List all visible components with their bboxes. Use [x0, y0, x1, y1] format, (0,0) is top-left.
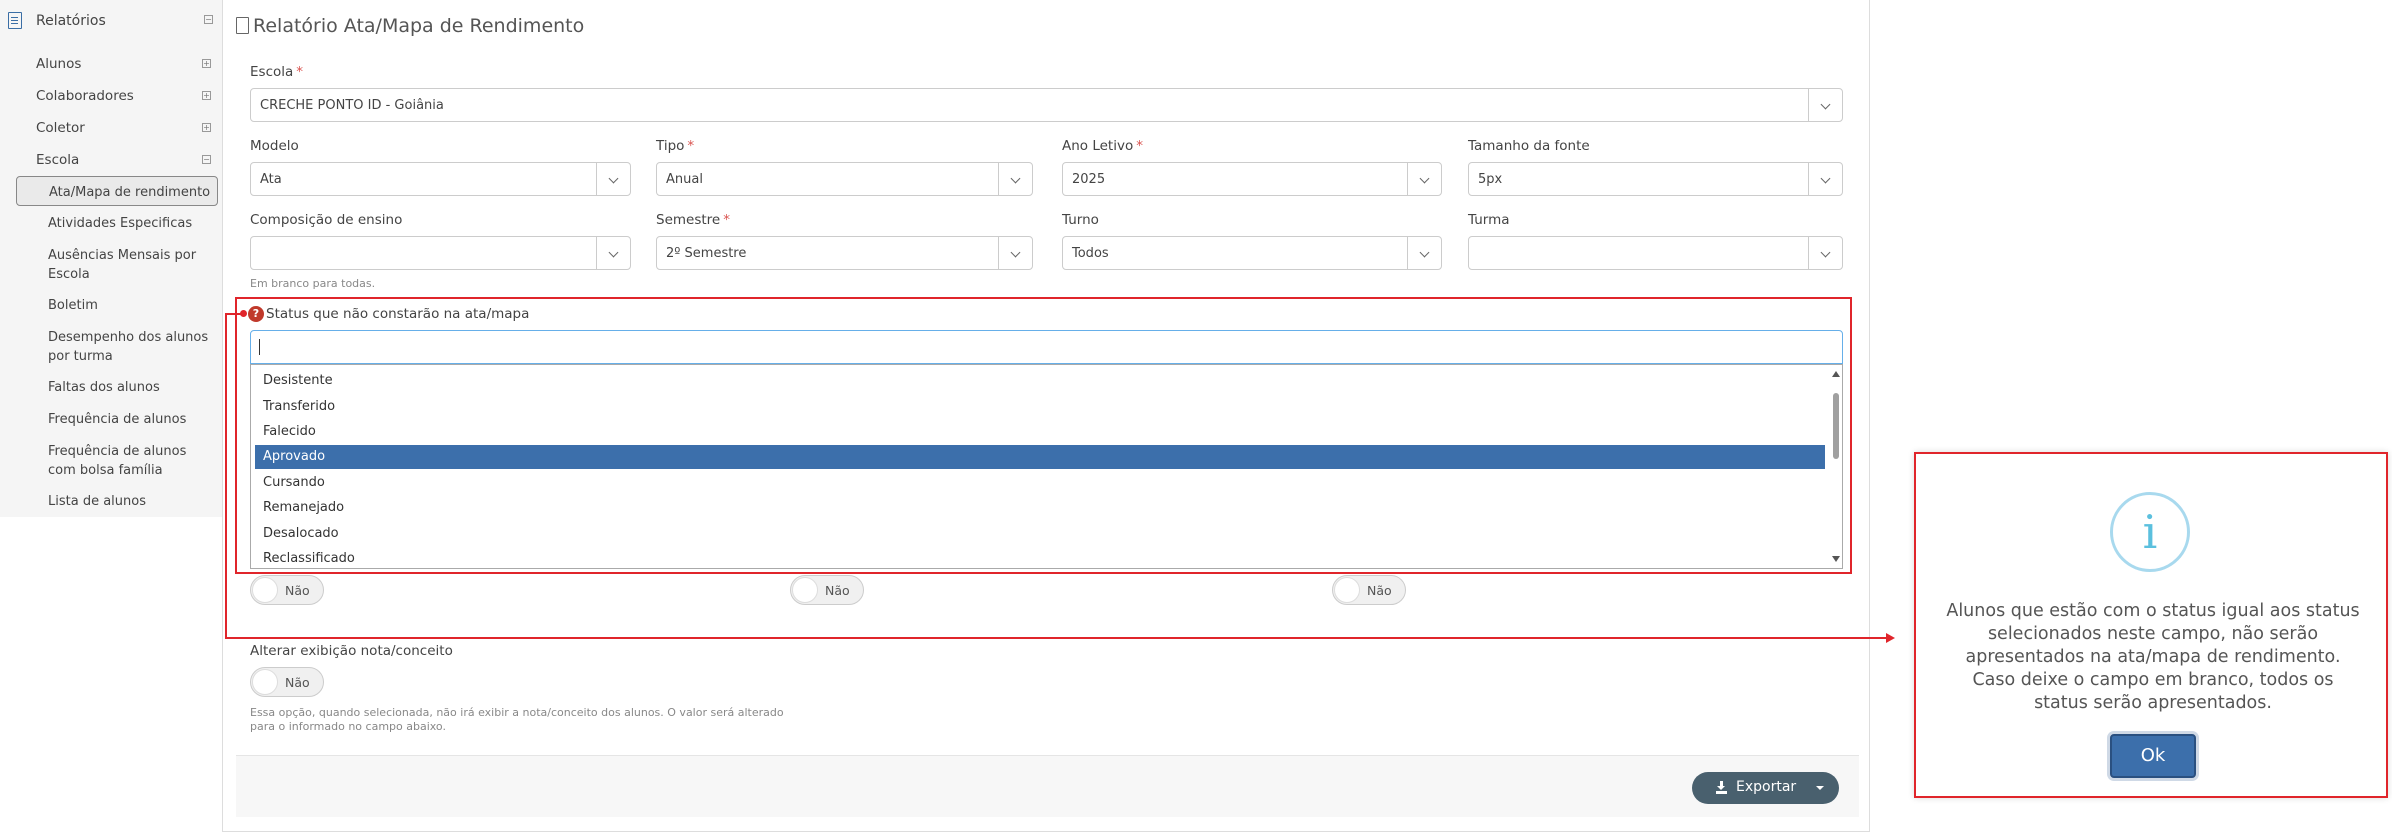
sidebar-item-escola[interactable]: Escola: [36, 152, 79, 168]
file-icon: [236, 17, 249, 34]
chevron-down-icon: [1407, 163, 1441, 195]
sidebar-subitem-ausencias[interactable]: Ausências Mensais por Escola: [48, 246, 218, 284]
info-icon: i: [2110, 492, 2190, 572]
composicao-select[interactable]: [250, 236, 631, 270]
expand-icon[interactable]: +: [202, 59, 211, 68]
tipo-select[interactable]: Anual: [656, 162, 1033, 196]
toggle-knob: [252, 577, 278, 603]
annotation-connector: [225, 313, 243, 315]
ano-letivo-value: 2025: [1072, 172, 1106, 187]
chevron-down-icon: [1808, 163, 1842, 195]
sidebar-item-coletor[interactable]: Coletor: [36, 120, 85, 136]
caret-down-icon: [1816, 786, 1824, 790]
expand-icon[interactable]: +: [202, 123, 211, 132]
turma-select[interactable]: [1468, 236, 1843, 270]
ok-button[interactable]: Ok: [2110, 734, 2196, 778]
annotation-connector: [225, 313, 227, 639]
toggle-knob: [252, 669, 278, 695]
escola-select[interactable]: CRECHE PONTO ID - Goiânia: [250, 88, 1843, 122]
composicao-hint: Em branco para todas.: [250, 277, 376, 290]
turno-select[interactable]: Todos: [1062, 236, 1442, 270]
tamanho-fonte-label: Tamanho da fonte: [1468, 138, 1590, 154]
sidebar-subitem-atividades[interactable]: Atividades Especificas: [48, 214, 218, 233]
form-footer: [236, 755, 1859, 817]
expand-icon[interactable]: +: [202, 91, 211, 100]
collapse-icon[interactable]: −: [202, 155, 211, 164]
alterar-hint-line2: para o informado no campo abaixo.: [250, 720, 446, 733]
composicao-label: Composição de ensino: [250, 212, 403, 228]
export-label: Exportar: [1736, 779, 1797, 795]
sidebar-subitem-boletim[interactable]: Boletim: [48, 296, 218, 315]
alterar-hint-line1: Essa opção, quando selecionada, não irá …: [250, 706, 784, 719]
sidebar-subitem-faltas[interactable]: Faltas dos alunos: [48, 378, 218, 397]
semestre-select[interactable]: 2º Semestre: [656, 236, 1033, 270]
report-document-icon: [8, 12, 22, 29]
annotation-connector: [225, 637, 1888, 639]
export-button[interactable]: Exportar: [1692, 772, 1839, 804]
collapse-icon[interactable]: −: [204, 15, 213, 24]
turno-value: Todos: [1072, 246, 1109, 261]
chevron-down-icon: [596, 163, 630, 195]
info-modal: i Alunos que estão com o status igual ao…: [1914, 452, 2388, 798]
tipo-label: Tipo *: [656, 138, 695, 154]
sidebar-subitem-desempenho[interactable]: Desempenho dos alunos por turma: [48, 328, 218, 366]
sidebar-item-alunos[interactable]: Alunos: [36, 56, 81, 72]
alterar-exibicao-label: Alterar exibição nota/conceito: [250, 643, 453, 659]
turno-label: Turno: [1062, 212, 1099, 228]
sidebar-header[interactable]: Relatórios −: [8, 10, 218, 32]
semestre-value: 2º Semestre: [666, 246, 747, 261]
annotation-highlight-frame: [235, 297, 1852, 574]
chevron-down-icon: [1407, 237, 1441, 269]
chevron-down-icon: [998, 163, 1032, 195]
modelo-label: Modelo: [250, 138, 299, 154]
escola-label: Escola *: [250, 64, 304, 80]
option-toggle[interactable]: Não: [790, 575, 864, 605]
sidebar-header-label: Relatórios: [36, 13, 106, 29]
option-toggle[interactable]: Não: [1332, 575, 1406, 605]
tipo-value: Anual: [666, 172, 703, 187]
sidebar-subitem-frequencia[interactable]: Frequência de alunos: [48, 410, 218, 429]
modelo-select[interactable]: Ata: [250, 162, 631, 196]
modelo-value: Ata: [260, 172, 282, 187]
semestre-label: Semestre *: [656, 212, 730, 228]
sidebar-subitem-ata-mapa[interactable]: Ata/Mapa de rendimento: [16, 176, 218, 206]
sidebar: Relatórios − Alunos + Colaboradores + Co…: [0, 0, 222, 517]
chevron-down-icon: [596, 237, 630, 269]
chevron-down-icon: [998, 237, 1032, 269]
sidebar-subitem-lista-alunos[interactable]: Lista de alunos: [48, 492, 218, 511]
chevron-down-icon: [1808, 237, 1842, 269]
toggle-knob: [792, 577, 818, 603]
modal-message: Alunos que estão com o status igual aos …: [1946, 601, 2360, 713]
tamanho-fonte-select[interactable]: 5px: [1468, 162, 1843, 196]
tamanho-fonte-value: 5px: [1478, 172, 1503, 187]
escola-value: CRECHE PONTO ID - Goiânia: [260, 98, 444, 113]
ano-letivo-label: Ano Letivo *: [1062, 138, 1143, 154]
page-title: Relatório Ata/Mapa de Rendimento: [236, 15, 584, 37]
annotation-arrow-icon: [1886, 633, 1895, 643]
turma-label: Turma: [1468, 212, 1510, 228]
option-toggle[interactable]: Não: [250, 575, 324, 605]
alterar-exibicao-toggle[interactable]: Não: [250, 667, 324, 697]
ano-letivo-select[interactable]: 2025: [1062, 162, 1442, 196]
sidebar-subitem-frequencia-bolsa[interactable]: Frequência de alunos com bolsa família: [48, 442, 218, 480]
page-title-text: Relatório Ata/Mapa de Rendimento: [253, 15, 585, 37]
toggle-knob: [1334, 577, 1360, 603]
sidebar-item-colaboradores[interactable]: Colaboradores: [36, 88, 134, 104]
chevron-down-icon: [1808, 89, 1842, 121]
